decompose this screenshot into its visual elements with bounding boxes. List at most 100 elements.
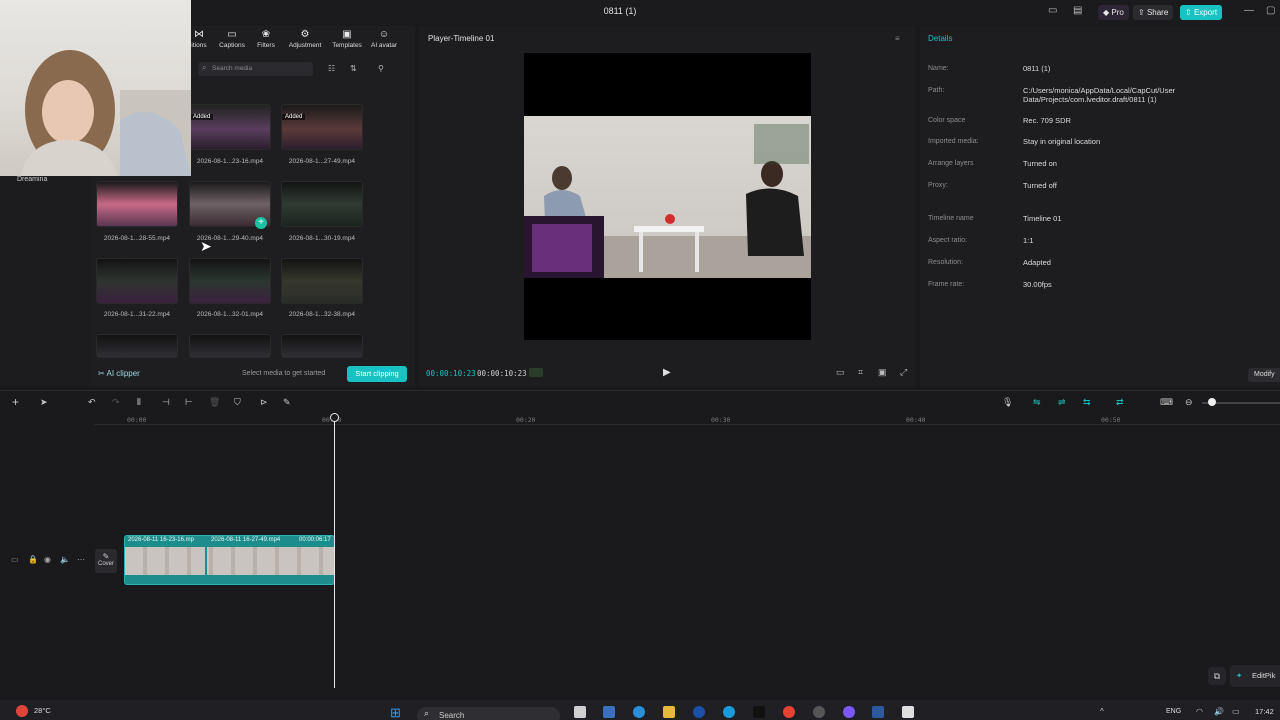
preview-axis-icon[interactable]: ⇄ bbox=[1116, 397, 1124, 408]
add-track-icon[interactable]: + bbox=[12, 395, 19, 409]
video-clip-track[interactable]: 2026-08-11 16-23-16.mp 2026-08-11 16-27-… bbox=[124, 535, 335, 585]
freeze-icon[interactable]: ⊳ bbox=[260, 397, 268, 408]
wifi-icon[interactable]: ◠ bbox=[1196, 707, 1203, 716]
toolbar-adjustment[interactable]: ⚙ Adjustment bbox=[286, 30, 324, 50]
windows-start-icon[interactable]: ⊞ bbox=[390, 706, 401, 719]
more-icon[interactable]: ⋯ bbox=[77, 555, 85, 564]
capcut-icon[interactable] bbox=[753, 706, 765, 718]
lock-icon[interactable]: 🔒 bbox=[28, 555, 38, 564]
playhead[interactable] bbox=[334, 413, 335, 688]
link-icon[interactable]: ⇋ bbox=[1033, 397, 1041, 408]
store-icon[interactable] bbox=[603, 706, 615, 718]
discord-icon[interactable] bbox=[843, 706, 855, 718]
media-thumbnail[interactable]: Added bbox=[281, 104, 363, 150]
magic-edit-icon[interactable]: ✎ bbox=[283, 397, 291, 408]
detail-value: Turned off bbox=[1023, 181, 1057, 190]
magnet-icon[interactable]: ⇌ bbox=[1058, 397, 1066, 408]
sidebar-item-dreamina[interactable]: Dreamina bbox=[17, 176, 47, 183]
volume-icon[interactable]: 🔊 bbox=[1214, 707, 1224, 716]
steam-icon[interactable] bbox=[872, 706, 884, 718]
delete-icon[interactable]: 🗑 bbox=[209, 397, 220, 408]
minimize-icon[interactable]: — bbox=[1244, 5, 1254, 16]
added-tag: Added bbox=[282, 114, 306, 120]
taskbar-search[interactable]: Search bbox=[417, 707, 560, 720]
zoom-slider-handle[interactable] bbox=[1208, 398, 1216, 406]
snap-icon[interactable]: ⇆ bbox=[1083, 397, 1091, 408]
filter-icon[interactable]: ⚲ bbox=[378, 64, 384, 73]
thumbnail-label: 2026-08-1...30-19.mp4 bbox=[288, 235, 356, 242]
toolbar-filters[interactable]: ❀ Filters bbox=[247, 30, 285, 50]
split-left-icon[interactable]: ⊣ bbox=[162, 397, 170, 408]
editpik-label: EditPik bbox=[1252, 671, 1276, 680]
clip-label: 2026-08-11 16-23-16.mp bbox=[128, 537, 194, 543]
sort-icon[interactable]: ⇅ bbox=[350, 64, 357, 73]
toolbar-captions[interactable]: ▭ Captions bbox=[213, 30, 251, 50]
media-thumbnail[interactable] bbox=[189, 258, 271, 304]
crop-icon[interactable]: ⌗ bbox=[858, 367, 863, 378]
media-thumbnail[interactable] bbox=[281, 334, 363, 358]
ratio-icon[interactable]: ▣ bbox=[878, 367, 887, 378]
media-thumbnail[interactable] bbox=[96, 258, 178, 304]
add-to-timeline-icon[interactable]: + bbox=[255, 217, 267, 229]
modify-button[interactable]: Modify bbox=[1248, 368, 1280, 382]
webcam-overlay bbox=[0, 0, 191, 176]
detail-key: Arrange layers bbox=[928, 160, 974, 167]
app-window: 0811 (1) ▭ ▤ ◆ Pro ⇪ Share ⇧ Export — ▢ … bbox=[0, 0, 1280, 720]
toolbar-templates[interactable]: ▣ Templates bbox=[328, 30, 366, 50]
media-thumbnail[interactable] bbox=[96, 334, 178, 358]
pro-button[interactable]: ◆ Pro bbox=[1098, 5, 1129, 20]
detail-value: Stay in original location bbox=[1023, 137, 1101, 146]
mic-icon[interactable]: 🎙 bbox=[1002, 397, 1013, 408]
media-thumbnail[interactable] bbox=[189, 334, 271, 358]
caption-track-icon[interactable]: ⌨ bbox=[1160, 397, 1173, 408]
share-button[interactable]: ⇪ Share bbox=[1133, 5, 1174, 20]
help-icon[interactable] bbox=[633, 706, 645, 718]
media-thumbnail[interactable] bbox=[281, 181, 363, 227]
battery-icon[interactable]: ▭ bbox=[1232, 707, 1240, 716]
hp-icon[interactable] bbox=[693, 706, 705, 718]
marker-icon[interactable]: ⛉ bbox=[234, 397, 241, 408]
file-explorer-icon[interactable] bbox=[663, 706, 675, 718]
maximize-icon[interactable]: ▢ bbox=[1266, 5, 1275, 16]
layout-icon[interactable]: ▭ bbox=[1048, 5, 1057, 16]
media-thumbnail[interactable] bbox=[96, 181, 178, 227]
media-thumbnail[interactable]: Added bbox=[189, 104, 271, 150]
editpik-widget[interactable]: ✦ EditPik bbox=[1230, 665, 1280, 687]
edge-icon[interactable] bbox=[723, 706, 735, 718]
split-icon[interactable]: ⫴ bbox=[137, 397, 141, 408]
undo-icon[interactable]: ↶ bbox=[88, 397, 96, 408]
language-indicator[interactable]: ENG bbox=[1166, 708, 1181, 715]
thumbnail-label: 2026-08-1...23-16.mp4 bbox=[196, 158, 264, 165]
taskview-icon[interactable] bbox=[574, 706, 586, 718]
screen-record-icon[interactable]: ⧉ bbox=[1208, 667, 1226, 685]
app-icon[interactable] bbox=[813, 706, 825, 718]
split-right-icon[interactable]: ⊢ bbox=[185, 397, 193, 408]
grid-view-icon[interactable]: ☷ bbox=[328, 64, 335, 73]
redo-icon[interactable]: ↷ bbox=[112, 397, 120, 408]
fit-icon[interactable]: ▭ bbox=[836, 367, 845, 378]
visibility-icon[interactable]: ◉ bbox=[44, 555, 51, 564]
toolbar-ai-avatar[interactable]: ☺ AI avatar bbox=[365, 30, 403, 50]
play-button[interactable]: ▶ bbox=[663, 367, 671, 378]
audio-meter-icon bbox=[529, 368, 543, 377]
playhead-handle[interactable] bbox=[330, 413, 339, 422]
obs-icon[interactable] bbox=[902, 706, 914, 718]
export-label: Export bbox=[1193, 8, 1218, 17]
taskbar-clock[interactable]: 17:42 bbox=[1255, 707, 1274, 716]
panel-layout-icon[interactable]: ▤ bbox=[1073, 5, 1082, 16]
ai-clipper-link[interactable]: ✂ AI clipper bbox=[98, 369, 140, 378]
media-thumbnail[interactable] bbox=[281, 258, 363, 304]
mute-icon[interactable]: 🔈 bbox=[60, 555, 70, 564]
start-clipping-button[interactable]: Start clipping bbox=[347, 366, 407, 382]
tray-chevron-icon[interactable]: ^ bbox=[1100, 707, 1104, 716]
weather-temp[interactable]: 28°C bbox=[34, 706, 51, 715]
player-menu-icon[interactable]: ≡ bbox=[895, 34, 900, 43]
added-tag: Added bbox=[190, 114, 214, 120]
select-tool-icon[interactable]: ➤ bbox=[40, 397, 48, 408]
zoom-out-icon[interactable]: ⊖ bbox=[1185, 397, 1193, 408]
export-button[interactable]: ⇧ Export bbox=[1180, 5, 1223, 20]
fullscreen-icon[interactable]: ⤢ bbox=[900, 367, 907, 378]
cover-button[interactable]: ✎ Cover bbox=[95, 549, 117, 573]
search-input[interactable]: Search media bbox=[198, 62, 313, 76]
chrome-icon[interactable] bbox=[783, 706, 795, 718]
